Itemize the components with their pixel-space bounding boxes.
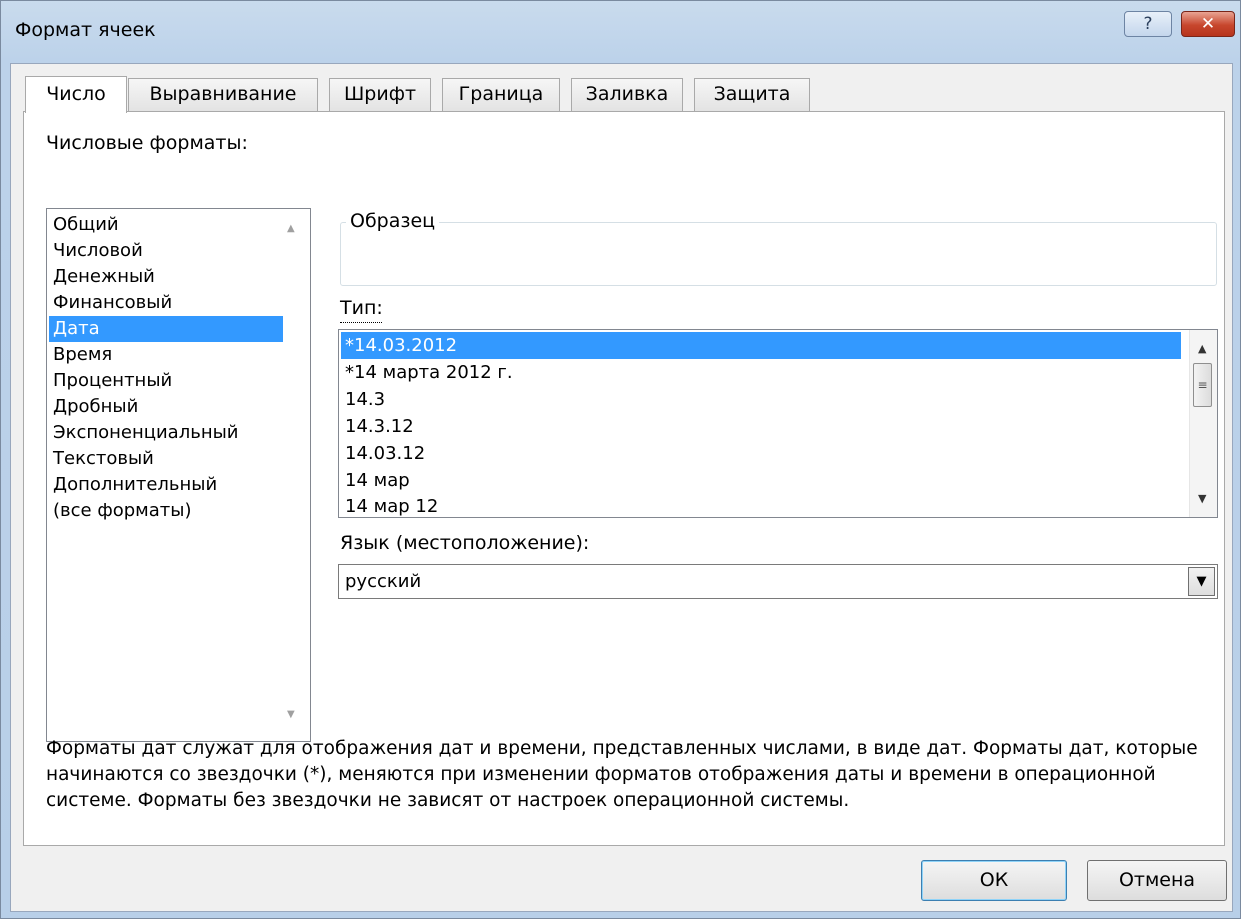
category-item[interactable]: Дробный: [49, 394, 283, 420]
dialog-title: Формат ячеек: [15, 19, 156, 41]
tab-fill[interactable]: Заливка: [571, 78, 683, 111]
cancel-button[interactable]: Отмена: [1087, 860, 1227, 901]
category-item[interactable]: Денежный: [49, 264, 283, 290]
ok-button[interactable]: ОК: [921, 860, 1067, 901]
format-cells-dialog: Формат ячеек ? ✕ Число Выравнивание Шриф…: [0, 0, 1241, 919]
type-item[interactable]: 14 мар 12: [341, 493, 1181, 520]
tab-border[interactable]: Граница: [442, 78, 560, 111]
language-value: русский: [345, 571, 422, 592]
type-item[interactable]: *14 марта 2012 г.: [341, 359, 1181, 386]
category-item[interactable]: Числовой: [49, 238, 283, 264]
type-label: Тип:: [340, 297, 383, 319]
sample-label: Образец: [346, 210, 440, 232]
categories-label: Числовые форматы:: [46, 132, 248, 154]
category-item[interactable]: Финансовый: [49, 290, 283, 316]
category-item-selected[interactable]: Дата: [49, 316, 283, 342]
category-item[interactable]: Процентный: [49, 368, 283, 394]
category-item[interactable]: Текстовый: [49, 446, 283, 472]
title-bar: Формат ячеек ? ✕: [1, 1, 1240, 63]
type-list[interactable]: *14.03.2012 *14 марта 2012 г. 14.3 14.3.…: [338, 329, 1218, 518]
dialog-body: Число Выравнивание Шрифт Граница Заливка…: [10, 63, 1233, 912]
category-item[interactable]: Экспоненциальный: [49, 420, 283, 446]
focus-underline: [340, 322, 382, 323]
type-item[interactable]: 14.3: [341, 386, 1181, 413]
scrollbar-thumb[interactable]: ≡: [1193, 363, 1212, 407]
grip-icon: ≡: [1197, 378, 1208, 392]
language-label: Язык (местоположение):: [340, 532, 590, 554]
category-item[interactable]: (все форматы): [49, 498, 283, 524]
tab-panel-number: Числовые форматы: Общий Числовой Денежны…: [23, 111, 1225, 846]
tab-label: Шрифт: [343, 83, 417, 105]
category-item[interactable]: Общий: [49, 212, 283, 238]
tab-label: Выравнивание: [149, 83, 297, 105]
type-item-selected[interactable]: *14.03.2012: [341, 332, 1181, 359]
tab-protection[interactable]: Защита: [694, 78, 810, 111]
tab-label: Число: [46, 83, 106, 105]
tab-label: Заливка: [585, 83, 669, 105]
tab-label: Граница: [458, 83, 544, 105]
scroll-up-arrow-icon[interactable]: ▲: [1198, 342, 1206, 355]
tab-label: Защита: [713, 83, 791, 105]
type-item[interactable]: 14.3.12: [341, 413, 1181, 440]
chevron-down-icon[interactable]: ▼: [1188, 567, 1215, 596]
scroll-down-arrow-icon[interactable]: ▼: [1198, 492, 1206, 505]
category-list[interactable]: Общий Числовой Денежный Финансовый Дата …: [46, 208, 311, 742]
question-icon: ?: [1143, 14, 1153, 34]
type-item[interactable]: 14 мар: [341, 467, 1181, 494]
scroll-down-arrow-icon[interactable]: ▼: [287, 709, 295, 720]
tab-font[interactable]: Шрифт: [329, 78, 431, 111]
scroll-up-arrow-icon[interactable]: ▲: [287, 223, 295, 234]
tab-alignment[interactable]: Выравнивание: [128, 78, 318, 111]
close-icon: ✕: [1200, 14, 1216, 34]
language-select[interactable]: русский ▼: [338, 564, 1218, 599]
sample-group: [340, 222, 1217, 286]
help-button[interactable]: ?: [1124, 11, 1172, 37]
format-description: Форматы дат служат для отображения дат и…: [46, 738, 1198, 811]
type-list-scrollbar[interactable]: ▲ ≡ ▼: [1189, 330, 1217, 517]
close-button[interactable]: ✕: [1181, 11, 1235, 37]
category-item[interactable]: Дополнительный: [49, 472, 283, 498]
tab-number[interactable]: Число: [25, 76, 127, 113]
category-item[interactable]: Время: [49, 342, 283, 368]
type-item[interactable]: 14.03.12: [341, 440, 1181, 467]
